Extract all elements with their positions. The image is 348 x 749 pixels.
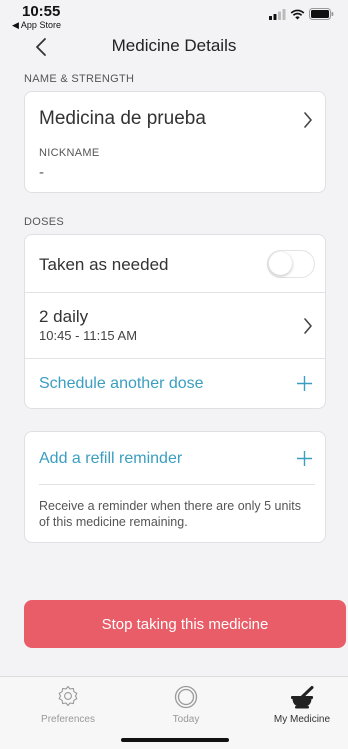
- circle-icon: [174, 685, 198, 709]
- add-refill-reminder-link: Add a refill reminder: [39, 450, 183, 467]
- refill-reminder-card: Add a refill reminder Receive a reminder…: [24, 431, 326, 543]
- tab-label: Today: [172, 714, 200, 725]
- status-bar: 10:55 ◀ App Store: [0, 0, 348, 30]
- taken-as-needed-toggle[interactable]: [267, 250, 315, 278]
- dose-frequency: 2 daily: [39, 307, 89, 326]
- taken-as-needed-label: Taken as needed: [39, 255, 169, 274]
- mortar-pestle-icon: [291, 686, 314, 709]
- schedule-another-dose-link: Schedule another dose: [39, 375, 204, 392]
- toggle-knob: [269, 252, 292, 275]
- name-strength-section-label: NAME & STRENGTH: [24, 73, 135, 85]
- tab-my-medicine[interactable]: My Medicine: [244, 677, 348, 731]
- tab-preferences[interactable]: Preferences: [10, 677, 126, 731]
- nickname-label: NICKNAME: [39, 147, 100, 159]
- doses-section-label: DOSES: [24, 216, 65, 228]
- dose-schedule-row[interactable]: 2 daily 10:45 - 11:15 AM: [25, 293, 325, 359]
- schedule-another-dose-row[interactable]: Schedule another dose: [25, 359, 325, 409]
- signal-icon: [269, 8, 286, 20]
- tab-label: Preferences: [41, 714, 95, 725]
- medicine-name: Medicina de prueba: [39, 108, 206, 129]
- battery-icon: [309, 8, 334, 20]
- chevron-right-icon: [304, 112, 312, 128]
- status-time: 10:55: [22, 3, 61, 20]
- add-refill-reminder-row[interactable]: Add a refill reminder: [25, 432, 325, 484]
- status-icons: [269, 8, 334, 20]
- plus-icon: [297, 376, 312, 391]
- taken-as-needed-row: Taken as needed: [25, 235, 325, 293]
- home-indicator: [121, 738, 229, 742]
- stop-taking-medicine-button[interactable]: Stop taking this medicine: [24, 600, 346, 648]
- gear-icon: [58, 685, 78, 707]
- tab-today[interactable]: Today: [128, 677, 244, 731]
- nav-bar: Medicine Details: [0, 30, 348, 64]
- page-title: Medicine Details: [111, 36, 237, 55]
- doses-card: Taken as needed 2 daily 10:45 - 11:15 AM…: [24, 234, 326, 409]
- chevron-right-icon: [304, 318, 312, 334]
- tab-label: My Medicine: [273, 714, 331, 725]
- plus-icon: [297, 451, 312, 466]
- refill-reminder-description: Receive a reminder when there are only 5…: [39, 499, 301, 529]
- divider: [39, 484, 315, 485]
- wifi-icon: [290, 9, 305, 19]
- nickname-value: -: [39, 164, 44, 181]
- dose-time: 10:45 - 11:15 AM: [39, 328, 138, 343]
- name-strength-card[interactable]: Medicina de prueba NICKNAME -: [24, 91, 326, 193]
